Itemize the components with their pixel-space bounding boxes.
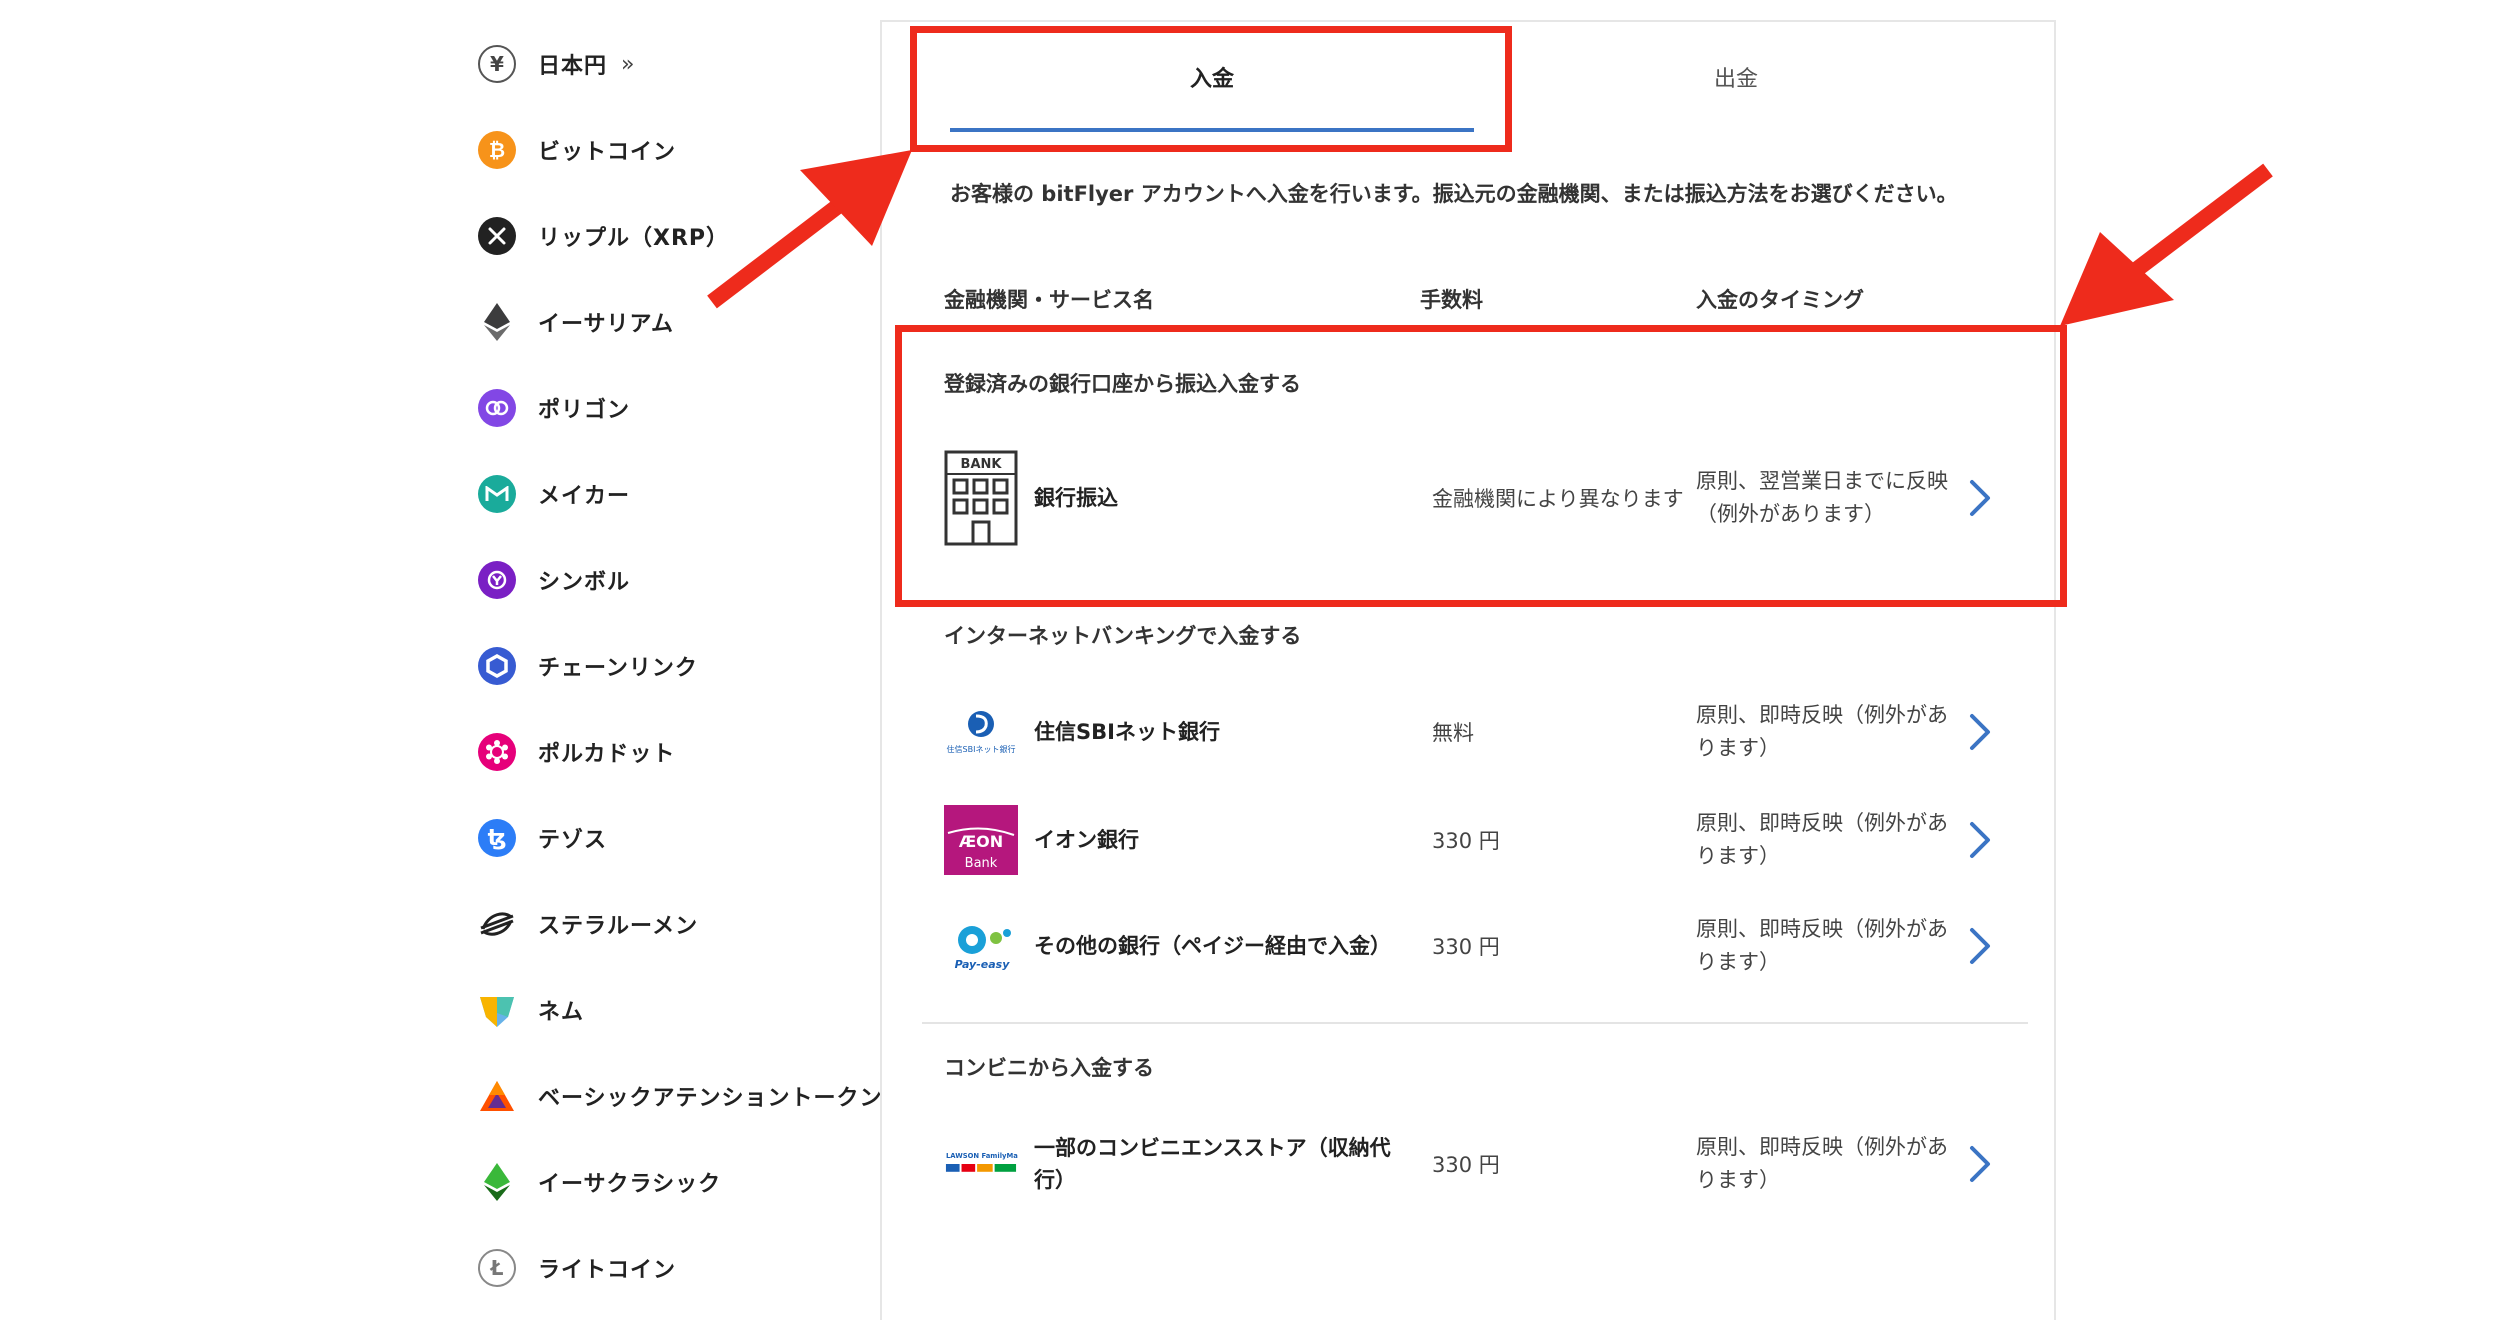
payeasy-logo-icon: Pay-easy (944, 896, 1018, 996)
bank-logo-text: BANK (961, 457, 1003, 472)
deposit-option-sbi[interactable]: 住信SBIネット銀行 住信SBIネット銀行 無料 原則、即時反映（例外があります… (944, 682, 2004, 782)
sidebar-item-label: ポリゴン (538, 398, 631, 423)
aeon-logo-subtext: Bank (965, 856, 998, 871)
sidebar-item-chainlink[interactable]: チェーンリンク (478, 640, 698, 692)
sidebar-item-nem[interactable]: ネム (478, 984, 584, 1036)
option-name: 銀行振込 (1034, 486, 1118, 510)
sidebar-item-ethereum[interactable]: イーサリアム (478, 296, 674, 348)
sidebar-item-label: 日本円 (538, 54, 608, 79)
sidebar-item-label: イーサリアム (538, 312, 675, 337)
column-header-timing: 入金のタイミング (1696, 288, 1864, 312)
active-tab-underline (950, 128, 1474, 132)
deposit-option-payeasy[interactable]: Pay-easy その他の銀行（ペイジー経由で入金） 330 円 原則、即時反映… (944, 896, 2004, 996)
option-name: イオン銀行 (1034, 828, 1139, 852)
convenience-store-logos-icon: LAWSON FamilyMart (944, 1114, 1018, 1214)
option-name: 一部のコンビニエンスストア（収納代行） (1034, 1136, 1391, 1192)
sidebar-item-label: チェーンリンク (538, 656, 698, 681)
sidebar-item-symbol[interactable]: シンボル (478, 554, 630, 606)
deposit-option-bank-transfer[interactable]: BANK 銀行振込 金融機関により異なります 原則、翌営業日までに反映（例外があ… (944, 448, 2004, 548)
sbi-bank-logo-icon: 住信SBIネット銀行 (944, 682, 1018, 782)
intro-text: お客様の bitFlyer アカウントへ入金を行います。振込元の金融機関、または… (950, 182, 1958, 206)
convenience-logo-text: LAWSON FamilyMart (946, 1152, 1018, 1160)
sidebar-item-polkadot[interactable]: ポルカドット (478, 726, 675, 778)
sidebar-item-label: ポルカドット (538, 742, 676, 767)
xrp-icon (478, 217, 516, 255)
option-name: 住信SBIネット銀行 (1034, 720, 1220, 744)
sidebar-item-litecoin[interactable]: Ł ライトコイン (478, 1242, 676, 1294)
section-title-internet: インターネットバンキングで入金する (944, 624, 1302, 648)
tab-label: 入金 (1189, 67, 1234, 92)
sidebar-item-ethereum-classic[interactable]: イーサクラシック (478, 1156, 721, 1208)
bat-icon (478, 1077, 516, 1115)
litecoin-icon: Ł (478, 1249, 516, 1287)
tab-label: 出金 (1713, 67, 1758, 92)
deposit-panel: 入金 出金 お客様の bitFlyer アカウントへ入金を行います。振込元の金融… (880, 20, 2056, 1320)
chevron-right-icon (1970, 1146, 1990, 1182)
section-divider (922, 1022, 2028, 1024)
symbol-icon (478, 561, 516, 599)
deposit-option-convenience-store[interactable]: LAWSON FamilyMart 一部のコンビニエンスストア（収納代行） 33… (944, 1114, 2004, 1214)
double-chevron-icon: » (621, 51, 635, 77)
chevron-right-icon (1970, 714, 1990, 750)
section-title-convenience: コンビニから入金する (944, 1056, 1154, 1080)
tezos-icon: ꜩ (478, 819, 516, 857)
option-name: その他の銀行（ペイジー経由で入金） (1034, 934, 1391, 958)
annotation-arrow-right (2060, 163, 2273, 326)
sidebar-item-label: ネム (538, 1000, 585, 1025)
tab-withdraw[interactable]: 出金 (1474, 22, 1998, 132)
option-fee: 330 円 (1432, 1153, 1500, 1177)
ethereum-icon (478, 303, 516, 341)
option-fee: 無料 (1432, 721, 1474, 745)
stellar-icon (478, 905, 516, 943)
payeasy-logo-text: Pay-easy (955, 958, 1011, 971)
sidebar-item-label: シンボル (538, 570, 631, 595)
sidebar-item-label: リップル（XRP） (538, 226, 730, 251)
tab-deposit[interactable]: 入金 (950, 22, 1474, 132)
sidebar-item-maker[interactable]: メイカー (478, 468, 630, 520)
section-title-registered: 登録済みの銀行口座から振込入金する (944, 372, 1301, 396)
nem-icon (478, 991, 516, 1029)
ethereum-classic-icon (478, 1163, 516, 1201)
deposit-option-aeon[interactable]: ÆON Bank イオン銀行 330 円 原則、即時反映（例外があります） (944, 790, 2004, 890)
chevron-right-icon (1970, 822, 1990, 858)
bank-building-icon: BANK (944, 448, 1018, 548)
option-timing: 原則、即時反映（例外があります） (1696, 811, 1948, 868)
option-timing: 原則、即時反映（例外があります） (1696, 917, 1948, 974)
sidebar-item-label: イーサクラシック (538, 1172, 722, 1197)
sidebar-item-label: ステラルーメン (538, 914, 699, 939)
chevron-right-icon (1970, 480, 1990, 516)
aeon-bank-logo-icon: ÆON Bank (944, 790, 1018, 890)
option-timing: 原則、即時反映（例外があります） (1696, 703, 1948, 760)
option-timing: 原則、即時反映（例外があります） (1696, 1135, 1948, 1192)
yen-icon: ¥ (478, 45, 516, 83)
option-timing: 原則、翌営業日までに反映（例外があります） (1696, 469, 1948, 526)
chainlink-icon (478, 647, 516, 685)
sidebar-item-stellar[interactable]: ステラルーメン (478, 898, 698, 950)
sidebar-item-xrp[interactable]: リップル（XRP） (478, 210, 729, 262)
column-header-fee: 手数料 (1420, 288, 1483, 312)
sidebar-item-bat[interactable]: ベーシックアテンショントークン (478, 1070, 883, 1122)
option-fee: 金融機関により異なります (1432, 487, 1684, 511)
bitcoin-icon: ₿ (478, 131, 516, 169)
sbi-logo-text: 住信SBIネット銀行 (947, 744, 1016, 754)
aeon-logo-text: ÆON (959, 832, 1003, 851)
polygon-icon (478, 389, 516, 427)
option-fee: 330 円 (1432, 935, 1500, 959)
column-header-name: 金融機関・サービス名 (944, 288, 1154, 312)
sidebar-item-jpy[interactable]: ¥ 日本円 » (478, 38, 634, 90)
sidebar-item-polygon[interactable]: ポリゴン (478, 382, 630, 434)
sidebar-item-tezos[interactable]: ꜩ テゾス (478, 812, 607, 864)
sidebar-item-label: メイカー (538, 484, 631, 509)
sidebar-item-bitcoin[interactable]: ₿ ビットコイン (478, 124, 676, 176)
chevron-right-icon (1970, 928, 1990, 964)
maker-icon (478, 475, 516, 513)
option-fee: 330 円 (1432, 829, 1500, 853)
sidebar-item-label: ベーシックアテンショントークン (538, 1086, 883, 1111)
sidebar-item-label: テゾス (538, 828, 608, 853)
sidebar-item-label: ビットコイン (538, 140, 677, 165)
polkadot-icon (478, 733, 516, 771)
sidebar-item-label: ライトコイン (538, 1258, 677, 1283)
